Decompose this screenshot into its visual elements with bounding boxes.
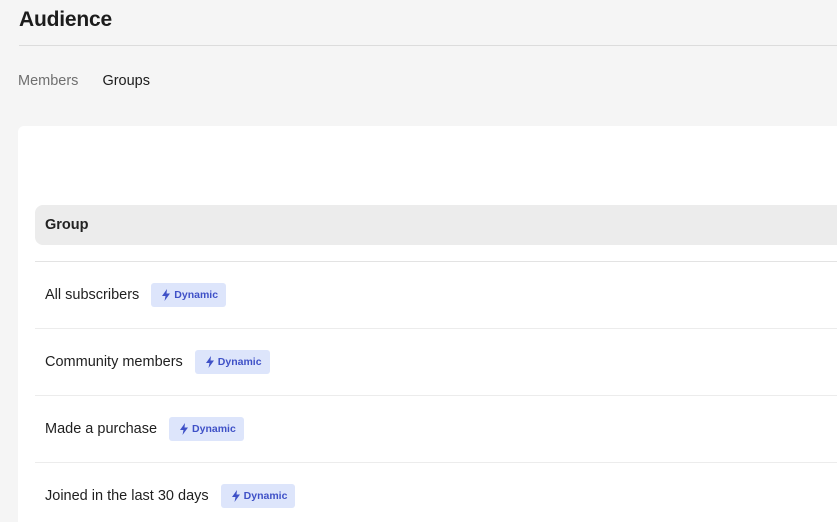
badge-label: Dynamic — [174, 289, 219, 301]
badge-label: Dynamic — [217, 356, 262, 368]
title-divider — [19, 45, 837, 46]
group-name[interactable]: Made a purchase — [45, 421, 157, 437]
table-row[interactable]: Community members Dynamic — [35, 329, 837, 396]
badge-label: Dynamic — [243, 490, 288, 502]
table-row[interactable]: Made a purchase Dynamic — [35, 396, 837, 463]
tab-groups[interactable]: Groups — [102, 72, 150, 90]
tab-members[interactable]: Members — [18, 72, 78, 90]
dynamic-badge: Dynamic — [151, 283, 227, 307]
lightning-bolt-icon — [205, 356, 215, 368]
page-title: Audience — [19, 8, 112, 31]
group-name[interactable]: All subscribers — [45, 287, 139, 303]
lightning-bolt-icon — [161, 289, 171, 301]
table-row[interactable]: Joined in the last 30 days Dynamic — [35, 463, 837, 522]
table-row[interactable]: All subscribers Dynamic — [35, 262, 837, 329]
table-header: Group — [35, 205, 837, 245]
tab-bar: Members Groups — [18, 72, 150, 90]
audience-page: Audience Members Groups Group All subscr… — [0, 0, 837, 522]
dynamic-badge: Dynamic — [169, 417, 244, 441]
dynamic-badge: Dynamic — [194, 350, 270, 374]
group-list: All subscribers Dynamic Community member… — [35, 262, 837, 522]
lightning-bolt-icon — [231, 490, 241, 502]
dynamic-badge: Dynamic — [220, 484, 296, 508]
badge-label: Dynamic — [192, 423, 236, 435]
column-header-group[interactable]: Group — [45, 217, 89, 233]
lightning-bolt-icon — [179, 423, 189, 435]
group-name[interactable]: Joined in the last 30 days — [45, 488, 209, 504]
group-name[interactable]: Community members — [45, 354, 183, 370]
groups-card: Group All subscribers Dynamic Community … — [18, 126, 837, 522]
